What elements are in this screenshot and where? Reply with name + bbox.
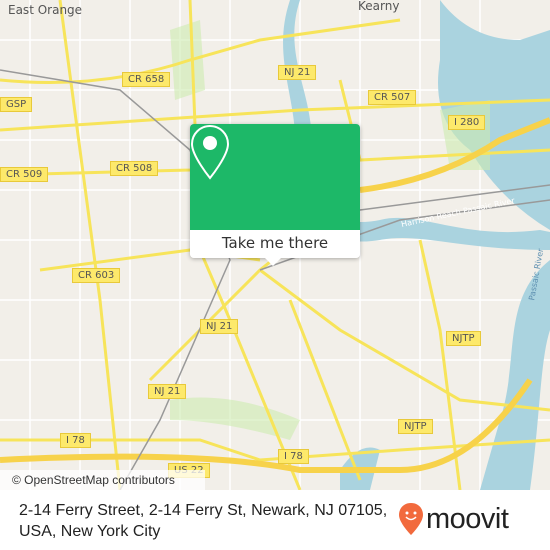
road-shield: GSP [0,97,33,112]
moovit-logo[interactable]: moovit [398,502,509,536]
road-shield: I 78 [278,449,309,464]
road-shield: CR 508 [110,161,159,176]
road-shield: CR 507 [368,90,417,105]
place-label: Kearny [358,0,400,13]
place-label: East Orange [8,3,83,17]
road-shield: NJ 21 [200,319,239,334]
road-shield: I 78 [60,433,91,448]
location-popup: Take me there [190,124,360,266]
popup-header [190,124,360,230]
brand-name: moovit [426,502,509,535]
take-me-there-button[interactable]: Take me there [190,230,360,258]
road-shield: I 280 [448,115,486,130]
road-shield: NJTP [398,419,433,434]
road-shield: CR 603 [72,268,121,283]
footer: 2-14 Ferry Street, 2-14 Ferry St, Newark… [0,490,550,550]
road-shield: NJTP [446,331,481,346]
road-shield: NJ 21 [278,65,317,80]
road-shield: CR 658 [122,72,171,87]
moovit-pin-icon [399,503,423,535]
attribution[interactable]: © OpenStreetMap contributors [0,470,205,490]
road-shield: NJ 21 [148,384,187,399]
popup-tail [265,258,281,266]
road-shield: CR 509 [0,167,49,182]
map-pin-icon [190,124,230,180]
map[interactable]: East Orange Kearny CR 658 NJ 21 CR 507 I… [0,0,550,490]
address-text: 2-14 Ferry Street, 2-14 Ferry St, Newark… [19,502,388,540]
